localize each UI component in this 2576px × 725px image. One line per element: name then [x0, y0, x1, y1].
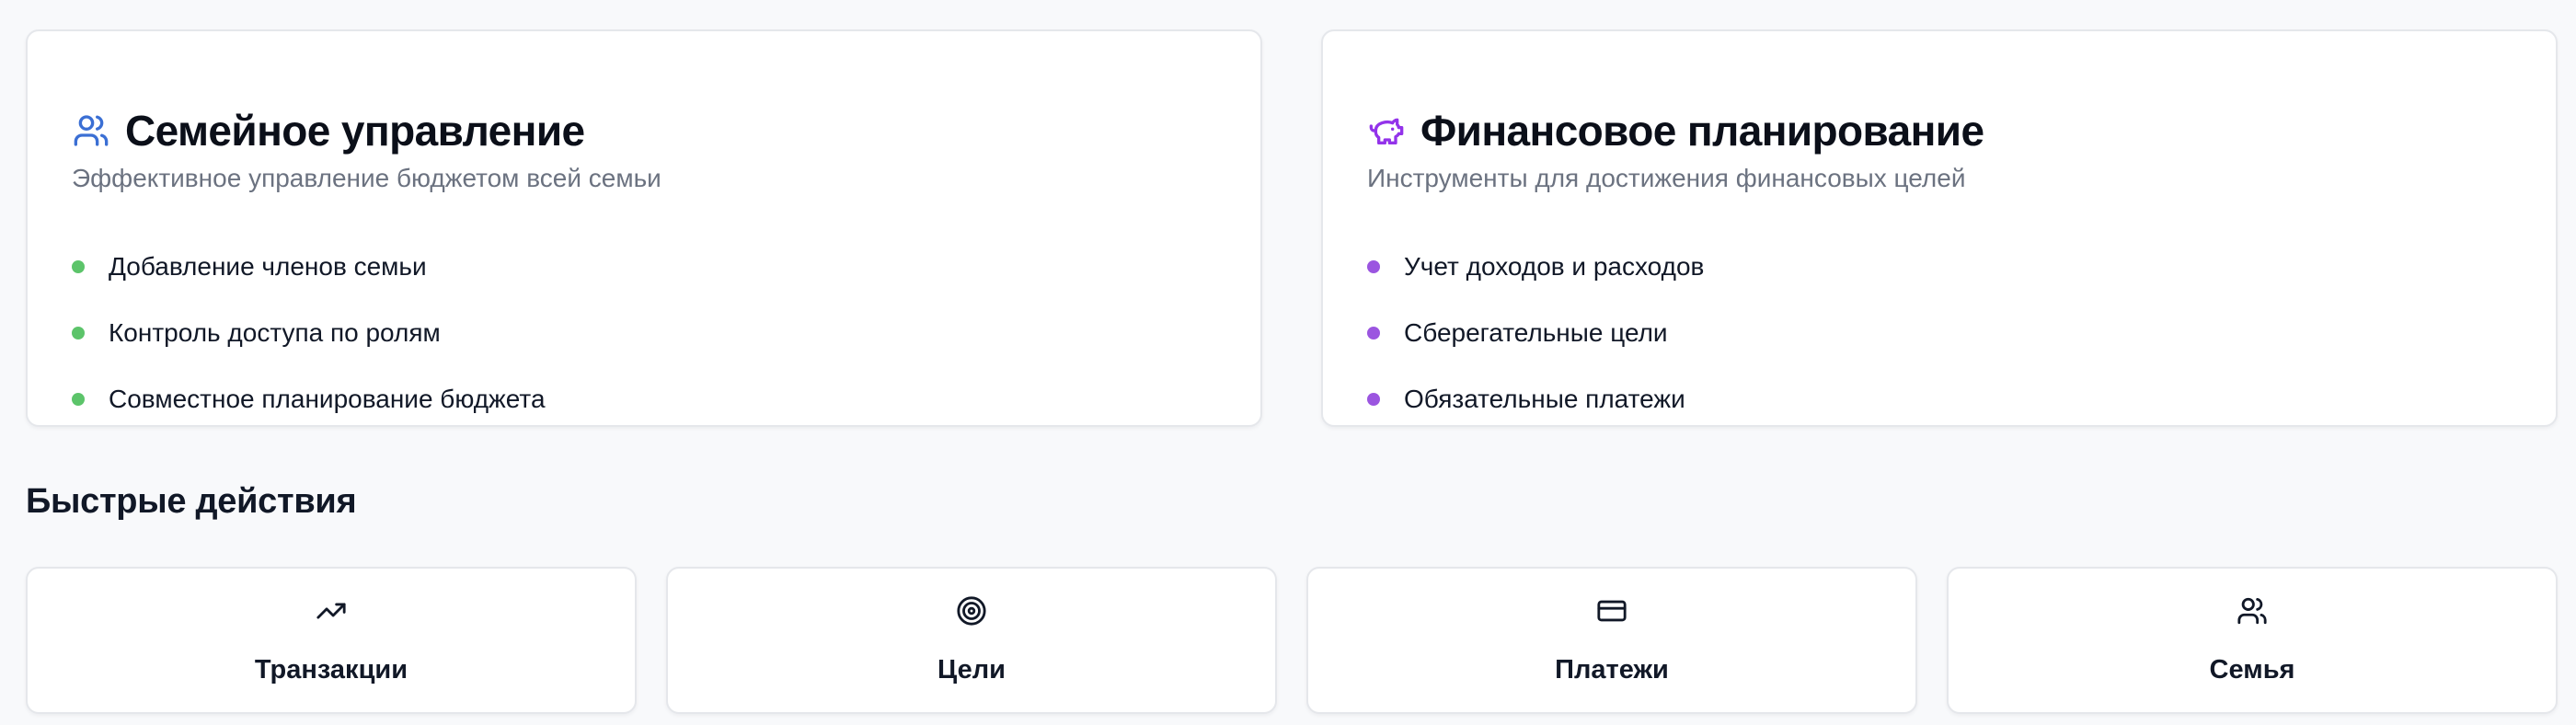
- action-label: Цели: [937, 655, 1006, 685]
- bullet-dot: [72, 260, 85, 273]
- list-item-label: Добавление членов семьи: [109, 252, 427, 281]
- piggy-bank-icon: [1367, 111, 1406, 150]
- action-label: Семья: [2209, 655, 2295, 685]
- bullet-dot: [72, 393, 85, 406]
- users-icon: [72, 111, 110, 150]
- quick-actions-title: Быстрые действия: [26, 482, 357, 521]
- list-item: Добавление членов семьи: [72, 234, 546, 300]
- list-item-label: Совместное планирование бюджета: [109, 385, 546, 413]
- family-management-card: Семейное управление Эффективное управлен…: [26, 29, 1262, 427]
- list-item: Совместное планирование бюджета: [72, 366, 546, 432]
- list-item-label: Сберегательные цели: [1404, 318, 1668, 347]
- bullet-dot: [1367, 393, 1380, 406]
- list-item: Учет доходов и расходов: [1367, 234, 1704, 300]
- family-action-button[interactable]: Семья: [1947, 567, 2558, 714]
- credit-card-icon: [1595, 594, 1628, 627]
- target-icon: [955, 594, 988, 627]
- bullet-dot: [72, 327, 85, 339]
- family-card-subtitle: Эффективное управление бюджетом всей сем…: [72, 164, 661, 192]
- goals-action-button[interactable]: Цели: [666, 567, 1277, 714]
- list-item: Сберегательные цели: [1367, 300, 1704, 366]
- list-item: Обязательные платежи: [1367, 366, 1704, 432]
- action-label: Транзакции: [254, 655, 408, 685]
- financial-planning-card: Финансовое планирование Инструменты для …: [1321, 29, 2558, 427]
- action-label: Платежи: [1555, 655, 1669, 685]
- family-card-header: Семейное управление: [72, 103, 585, 158]
- list-item-label: Контроль доступа по ролям: [109, 318, 441, 347]
- bullet-dot: [1367, 260, 1380, 273]
- trending-up-icon: [315, 594, 348, 627]
- finance-card-title: Финансовое планирование: [1420, 107, 1984, 155]
- transactions-action-button[interactable]: Транзакции: [26, 567, 637, 714]
- payments-action-button[interactable]: Платежи: [1306, 567, 1917, 714]
- finance-card-header: Финансовое планирование: [1367, 103, 1984, 158]
- list-item-label: Учет доходов и расходов: [1404, 252, 1705, 281]
- finance-feature-list: Учет доходов и расходов Сберегательные ц…: [1367, 234, 1704, 432]
- family-card-title: Семейное управление: [125, 107, 585, 155]
- users-icon: [2236, 594, 2269, 627]
- bullet-dot: [1367, 327, 1380, 339]
- list-item-label: Обязательные платежи: [1404, 385, 1685, 413]
- family-feature-list: Добавление членов семьи Контроль доступа…: [72, 234, 546, 432]
- list-item: Контроль доступа по ролям: [72, 300, 546, 366]
- finance-card-subtitle: Инструменты для достижения финансовых це…: [1367, 164, 1966, 192]
